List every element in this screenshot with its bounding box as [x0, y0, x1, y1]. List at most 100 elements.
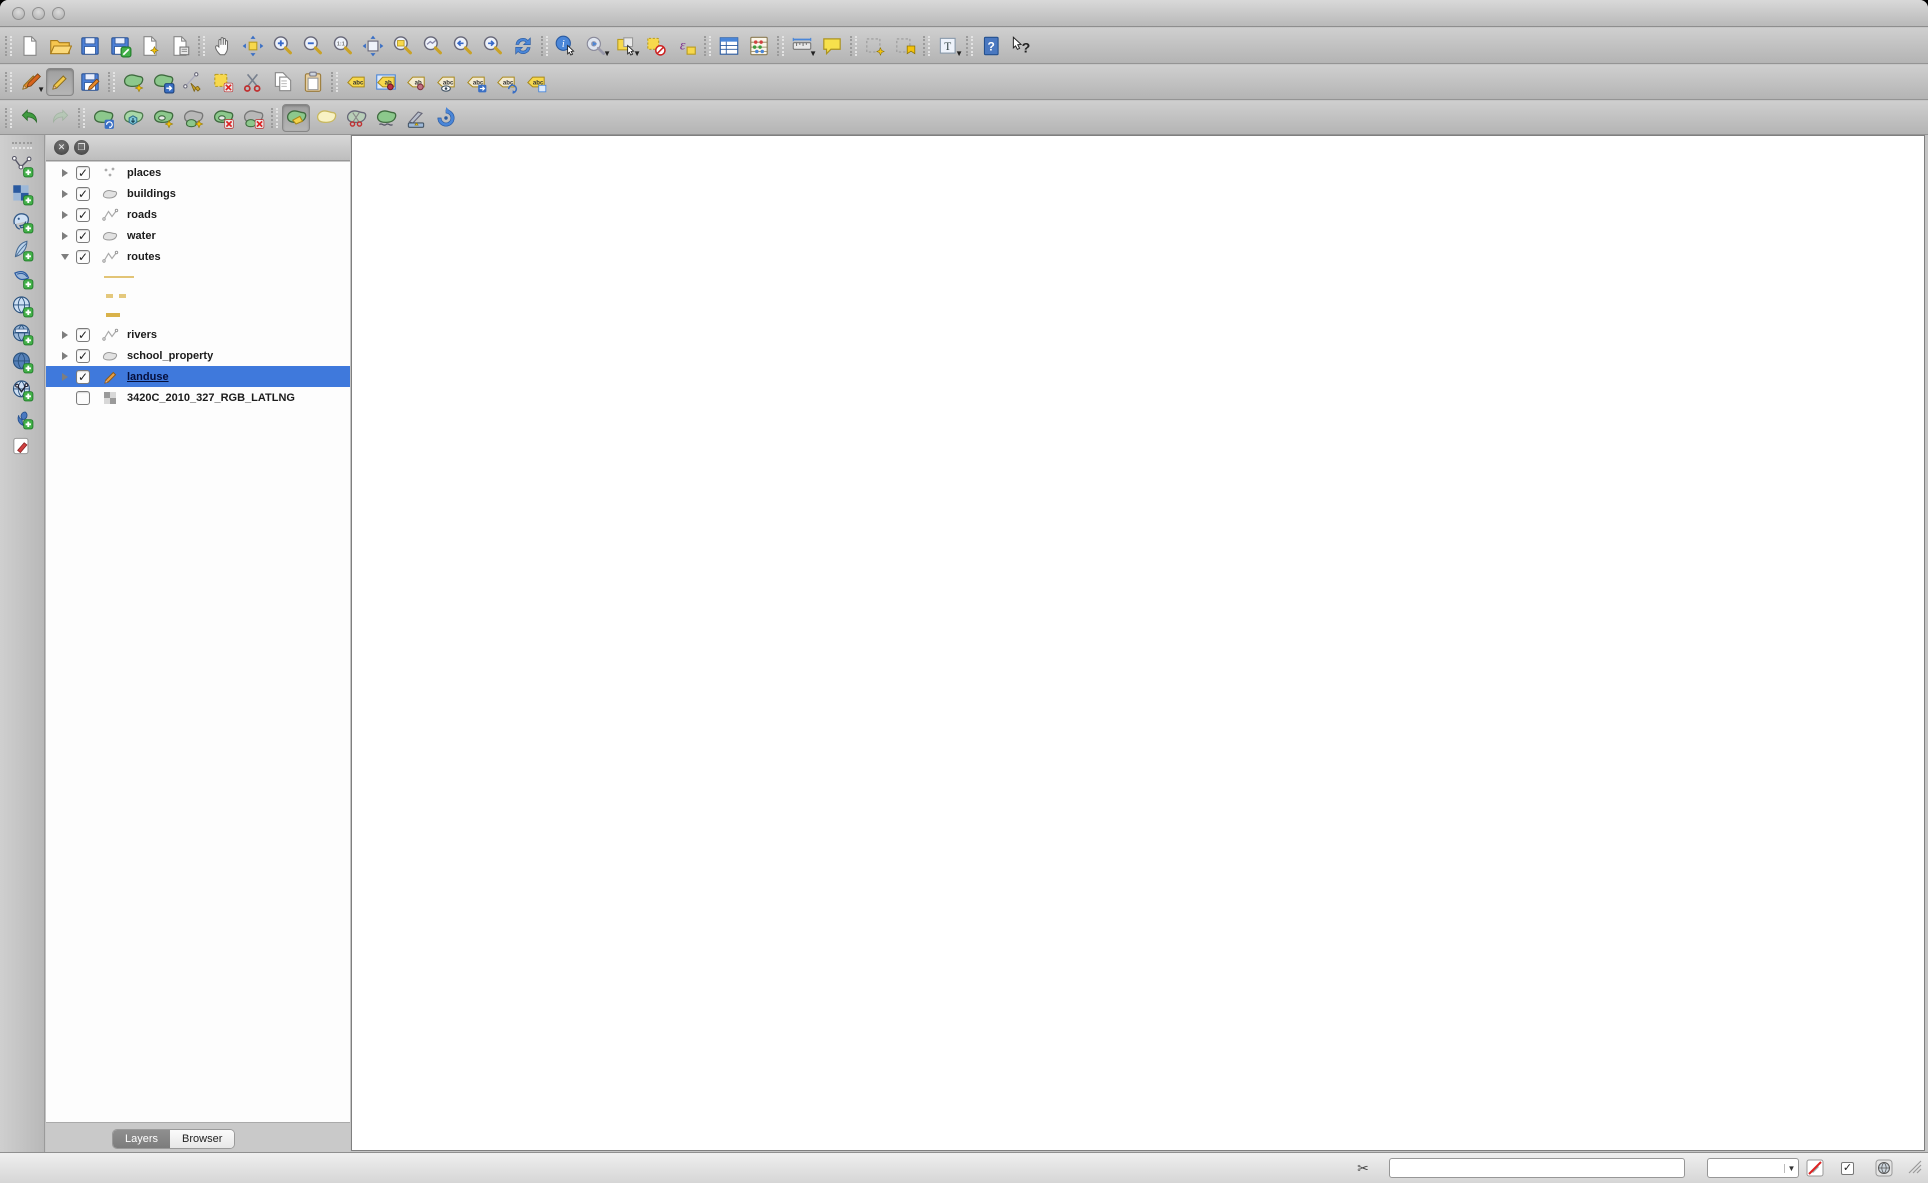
layer-tree[interactable]: ✓places✓buildings✓roads✓water✓routes✓riv…	[46, 162, 350, 1123]
new-project-icon[interactable]	[16, 32, 44, 60]
reshape-features-icon[interactable]	[282, 104, 310, 132]
undo-icon[interactable]	[16, 104, 44, 132]
layer-item-places[interactable]: ✓places	[46, 162, 350, 183]
labeling-options-icon[interactable]: abc	[342, 68, 370, 96]
zoom-window-icon[interactable]	[52, 7, 65, 20]
rotate-point-symbols-icon[interactable]	[432, 104, 460, 132]
label-highlight-pinned-icon[interactable]: ab	[402, 68, 430, 96]
add-postgis-layer-icon[interactable]	[8, 208, 36, 236]
panel-float-icon[interactable]: ❐	[74, 140, 89, 155]
expand-arrow-icon[interactable]	[62, 352, 68, 360]
delete-selected-icon[interactable]	[209, 68, 237, 96]
measure-line-icon[interactable]: ▼	[788, 32, 816, 60]
layer-item-rivers[interactable]: ✓rivers	[46, 324, 350, 345]
add-wcs-layer-icon[interactable]	[8, 348, 36, 376]
identify-features-icon[interactable]: i	[552, 32, 580, 60]
add-ring-icon[interactable]	[149, 104, 177, 132]
add-wfs-layer-icon[interactable]	[8, 376, 36, 404]
current-edits-icon[interactable]: ▼	[16, 68, 44, 96]
pan-map-icon[interactable]	[209, 32, 237, 60]
simplify-feature-icon[interactable]	[119, 104, 147, 132]
split-parts-icon[interactable]	[372, 104, 400, 132]
label-pin-unpin-icon[interactable]: ab	[372, 68, 400, 96]
map-tips-icon[interactable]	[818, 32, 846, 60]
dock-tab-browser[interactable]: Browser	[170, 1130, 234, 1148]
expand-arrow-icon[interactable]	[62, 169, 68, 177]
layer-item-3420C_2010_327_RGB_LATLNG[interactable]: 3420C_2010_327_RGB_LATLNG	[46, 387, 350, 408]
new-bookmark-icon[interactable]	[861, 32, 889, 60]
select-features-icon[interactable]: ▼	[612, 32, 640, 60]
offset-curve-icon[interactable]	[312, 104, 340, 132]
coordinate-input[interactable]	[1389, 1158, 1685, 1178]
composer-manager-icon[interactable]	[166, 32, 194, 60]
scale-combo[interactable]: ▼	[1707, 1158, 1799, 1178]
add-spatialite-layer-icon[interactable]	[8, 236, 36, 264]
layer-visibility-checkbox[interactable]: ✓	[76, 349, 90, 363]
help-contents-icon[interactable]: ?	[977, 32, 1005, 60]
run-feature-action-icon[interactable]: ▼	[582, 32, 610, 60]
stop-rendering-icon[interactable]	[1805, 1158, 1825, 1178]
expand-arrow-icon[interactable]	[62, 331, 68, 339]
expand-arrow-icon[interactable]	[62, 373, 68, 381]
text-annotation-icon[interactable]: T▼	[934, 32, 962, 60]
toggle-editing-icon[interactable]	[46, 68, 74, 96]
expand-arrow-icon[interactable]	[62, 190, 68, 198]
zoom-next-icon[interactable]	[479, 32, 507, 60]
zoom-native-icon[interactable]: 1:1	[329, 32, 357, 60]
redo-icon[interactable]	[46, 104, 74, 132]
layer-item-school_property[interactable]: ✓school_property	[46, 345, 350, 366]
crs-status-button[interactable]	[1874, 1158, 1894, 1178]
deselect-features-icon[interactable]	[642, 32, 670, 60]
rotate-feature-icon[interactable]	[89, 104, 117, 132]
node-tool-icon[interactable]	[179, 68, 207, 96]
cut-features-icon[interactable]	[239, 68, 267, 96]
save-project-as-icon[interactable]	[106, 32, 134, 60]
zoom-to-layer-icon[interactable]	[419, 32, 447, 60]
layer-visibility-checkbox[interactable]: ✓	[76, 328, 90, 342]
refresh-map-icon[interactable]	[509, 32, 537, 60]
merge-features-icon[interactable]	[402, 104, 430, 132]
close-window-icon[interactable]	[12, 7, 25, 20]
layer-visibility-checkbox[interactable]: ✓	[76, 208, 90, 222]
copy-features-icon[interactable]	[269, 68, 297, 96]
plugin-icon[interactable]: ✂	[1353, 1158, 1373, 1178]
delete-part-icon[interactable]	[239, 104, 267, 132]
add-part-icon[interactable]	[179, 104, 207, 132]
render-checkbox[interactable]: ✓	[1841, 1162, 1854, 1175]
expand-arrow-icon[interactable]	[62, 232, 68, 240]
dock-tab-layers[interactable]: Layers	[113, 1130, 170, 1148]
layer-item-routes[interactable]: ✓routes	[46, 246, 350, 267]
delete-ring-icon[interactable]	[209, 104, 237, 132]
paste-features-icon[interactable]	[299, 68, 327, 96]
panel-close-icon[interactable]: ✕	[54, 140, 69, 155]
select-by-expression-icon[interactable]: ε	[672, 32, 700, 60]
layer-visibility-checkbox[interactable]: ✓	[76, 187, 90, 201]
add-raster-layer-icon[interactable]	[8, 180, 36, 208]
label-show-hide-icon[interactable]: abc	[432, 68, 460, 96]
attribute-table-icon[interactable]	[715, 32, 743, 60]
expand-arrow-icon[interactable]	[62, 211, 68, 219]
label-properties-icon[interactable]: abc	[522, 68, 550, 96]
layer-item-water[interactable]: ✓water	[46, 225, 350, 246]
expand-arrow-icon[interactable]	[61, 254, 69, 260]
layer-visibility-checkbox[interactable]: ✓	[76, 250, 90, 264]
layers-panel-header[interactable]: ✕ ❐	[46, 135, 350, 161]
layer-visibility-checkbox[interactable]	[76, 391, 90, 405]
symbology-swatch-line-dashes[interactable]	[46, 286, 350, 305]
add-feature-icon[interactable]	[119, 68, 147, 96]
show-bookmarks-icon[interactable]	[891, 32, 919, 60]
add-vector-layer-icon[interactable]	[8, 152, 36, 180]
zoom-to-selection-icon[interactable]	[389, 32, 417, 60]
layer-visibility-checkbox[interactable]: ✓	[76, 166, 90, 180]
pan-to-selection-icon[interactable]	[239, 32, 267, 60]
title-bar[interactable]	[0, 0, 1928, 27]
whats-this-icon[interactable]: ?	[1007, 32, 1035, 60]
symbology-swatch-line-thin[interactable]	[46, 267, 350, 286]
add-oracle-layer-icon[interactable]	[8, 292, 36, 320]
symbology-swatch-line-thick-dash[interactable]	[46, 305, 350, 324]
add-wms-layer-icon[interactable]	[8, 320, 36, 348]
layer-visibility-checkbox[interactable]: ✓	[76, 229, 90, 243]
move-feature-icon[interactable]	[149, 68, 177, 96]
add-mssql-layer-icon[interactable]	[8, 264, 36, 292]
zoom-full-icon[interactable]	[359, 32, 387, 60]
